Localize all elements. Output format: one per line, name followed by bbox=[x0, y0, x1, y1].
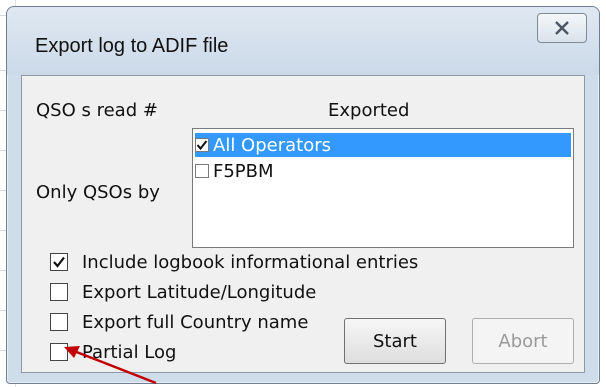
dialog-body: QSO s read # Exported Only QSOs by All O… bbox=[21, 75, 585, 373]
export-lat-long-label: Export Latitude/Longitude bbox=[82, 281, 317, 303]
qso-read-label: QSO s read # bbox=[36, 100, 158, 121]
f5pbm-checkbox[interactable] bbox=[195, 164, 209, 178]
only-qsos-by-label: Only QSOs by bbox=[36, 182, 160, 203]
checkmark-icon bbox=[196, 140, 208, 151]
export-lat-long-checkbox[interactable] bbox=[50, 283, 68, 301]
list-item-all-operators[interactable]: All Operators bbox=[195, 133, 571, 157]
list-item-f5pbm[interactable]: F5PBM bbox=[195, 159, 274, 183]
checkmark-icon bbox=[53, 256, 65, 268]
title-bar[interactable]: Export log to ADIF file bbox=[7, 7, 599, 75]
exported-label: Exported bbox=[328, 100, 410, 121]
abort-button[interactable]: Abort bbox=[472, 318, 574, 364]
operators-listbox[interactable]: All Operators F5PBM bbox=[192, 128, 574, 248]
export-country-name-label: Export full Country name bbox=[82, 311, 309, 333]
close-icon bbox=[555, 21, 569, 35]
list-item-label: All Operators bbox=[213, 134, 331, 156]
window-title: Export log to ADIF file bbox=[35, 35, 229, 57]
export-adif-dialog: Export log to ADIF file QSO s read # Exp… bbox=[6, 6, 600, 384]
close-button[interactable] bbox=[537, 13, 587, 43]
export-lat-long-option[interactable]: Export Latitude/Longitude bbox=[50, 280, 316, 304]
partial-log-label: Partial Log bbox=[82, 341, 177, 363]
include-informational-option[interactable]: Include logbook informational entries bbox=[50, 250, 418, 274]
list-item-label: F5PBM bbox=[213, 160, 274, 182]
include-informational-label: Include logbook informational entries bbox=[82, 251, 419, 273]
start-button[interactable]: Start bbox=[344, 318, 446, 364]
partial-log-option[interactable]: Partial Log bbox=[50, 340, 176, 364]
include-informational-checkbox[interactable] bbox=[50, 253, 68, 271]
partial-log-checkbox[interactable] bbox=[50, 343, 68, 361]
export-country-name-option[interactable]: Export full Country name bbox=[50, 310, 308, 334]
all-operators-checkbox[interactable] bbox=[195, 138, 209, 152]
export-country-name-checkbox[interactable] bbox=[50, 313, 68, 331]
